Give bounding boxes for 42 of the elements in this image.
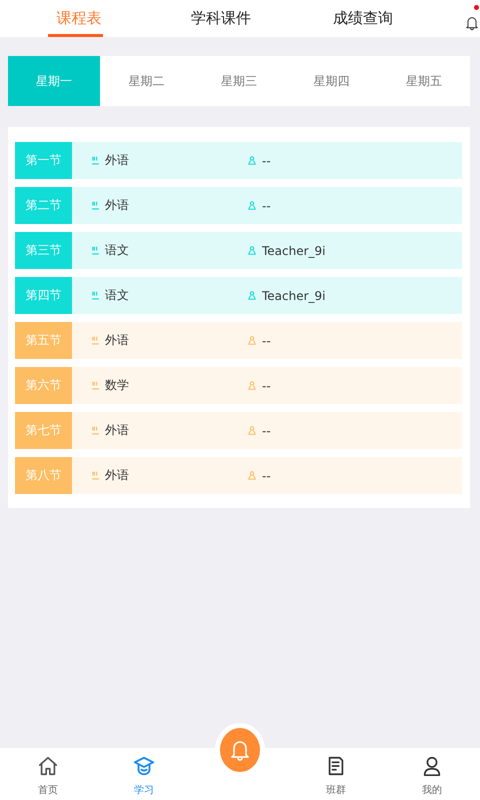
teacher-text: Teacher_9i xyxy=(262,288,326,302)
teacher-text: -- xyxy=(262,378,271,392)
period-label: 第五节 xyxy=(15,322,72,359)
tab[interactable]: 成绩查询 xyxy=(292,0,434,37)
subject-text: 语文 xyxy=(105,242,129,259)
teacher-text: -- xyxy=(262,154,271,168)
person-icon xyxy=(421,755,443,777)
teacher-text: -- xyxy=(262,424,271,438)
subject-text: 外语 xyxy=(105,197,129,214)
teacher-text: -- xyxy=(262,334,271,348)
subject-text: 外语 xyxy=(105,152,129,169)
person-icon xyxy=(247,380,257,391)
period-label: 第三节 xyxy=(15,232,72,269)
nav-item[interactable]: 班群 xyxy=(288,751,384,797)
teacher-text: Teacher_9i xyxy=(262,244,326,258)
subject-text: 外语 xyxy=(105,467,129,484)
subject-text: 数学 xyxy=(105,377,129,394)
nav-item[interactable]: 学习 xyxy=(96,751,192,797)
teacher-text: -- xyxy=(262,468,271,482)
person-icon xyxy=(247,290,257,301)
home-icon xyxy=(37,755,59,777)
subject-text: 外语 xyxy=(105,332,129,349)
period-label: 第一节 xyxy=(15,142,72,179)
period-label: 第二节 xyxy=(15,187,72,224)
nav-item[interactable]: 首页 xyxy=(0,751,96,797)
tab[interactable]: 课程表 xyxy=(8,0,150,37)
subject-text: 外语 xyxy=(105,422,129,439)
period-label: 第四节 xyxy=(15,277,72,314)
period-label: 第六节 xyxy=(15,367,72,404)
person-icon xyxy=(247,335,257,346)
graduation-cap-icon xyxy=(133,755,155,777)
person-icon xyxy=(247,200,257,211)
person-icon xyxy=(247,470,257,481)
teacher-text: -- xyxy=(262,198,271,212)
period-label: 第七节 xyxy=(15,412,72,449)
nav-item[interactable]: 我的 xyxy=(384,751,480,797)
person-icon xyxy=(247,155,257,166)
period-label: 第八节 xyxy=(15,457,72,494)
person-icon xyxy=(247,245,257,256)
subject-text: 语文 xyxy=(105,287,129,304)
person-icon xyxy=(247,425,257,436)
tab[interactable]: 学科课件 xyxy=(150,0,292,37)
